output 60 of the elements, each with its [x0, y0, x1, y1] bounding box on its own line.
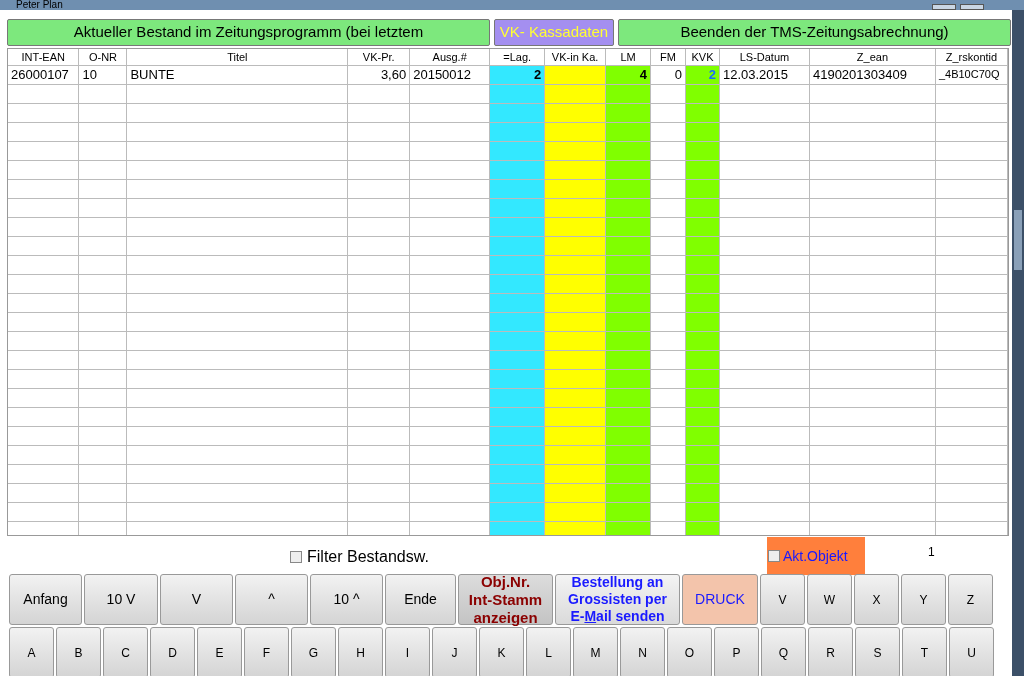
maximize-button[interactable] [960, 4, 984, 10]
letter-key[interactable]: X [854, 574, 899, 625]
show-master-data-button[interactable]: Obj.Nr. Int-Stamm anzeigen [458, 574, 553, 625]
letter-key[interactable]: L [526, 627, 571, 676]
akt-objekt-label: Akt.Objekt [783, 546, 848, 566]
letter-key[interactable]: B [56, 627, 101, 676]
toolbar-button[interactable]: Beenden der TMS-Zeitungsabrechnung) [618, 19, 1011, 46]
scrollbar[interactable] [1012, 10, 1024, 676]
column-header[interactable]: O-NR [79, 49, 127, 65]
letter-key[interactable]: D [150, 627, 195, 676]
navigation-button[interactable]: Anfang [9, 574, 82, 625]
letter-key[interactable]: P [714, 627, 759, 676]
letter-key[interactable]: G [291, 627, 336, 676]
letter-key[interactable]: J [432, 627, 477, 676]
letter-key[interactable]: K [479, 627, 524, 676]
letter-key[interactable]: I [385, 627, 430, 676]
column-header[interactable]: INT-EAN [8, 49, 79, 65]
table-cell: 26000107 [8, 65, 79, 84]
letter-key[interactable]: V [760, 574, 805, 625]
toolbar-button[interactable]: Aktueller Bestand im Zeitungsprogramm (bei letztem [7, 19, 490, 46]
column-header[interactable]: KVK [685, 49, 720, 65]
letter-key[interactable]: E [197, 627, 242, 676]
print-button[interactable]: DRUCK [682, 574, 758, 625]
letter-key[interactable]: C [103, 627, 148, 676]
column-header[interactable]: Titel [126, 49, 348, 65]
column-header[interactable]: Ausg.# [409, 49, 490, 65]
column-header[interactable]: LM [605, 49, 651, 65]
column-header[interactable]: Z_rskontid [935, 49, 1008, 65]
letter-key[interactable]: W [807, 574, 852, 625]
column-header[interactable]: Z_ean [809, 49, 936, 65]
letter-key[interactable]: F [244, 627, 289, 676]
navigation-button[interactable]: V [160, 574, 233, 625]
letter-key[interactable]: R [808, 627, 853, 676]
minimize-button[interactable] [932, 4, 956, 10]
filter-label: Filter Bestandsw. [307, 547, 429, 567]
navigation-button[interactable]: ^ [235, 574, 308, 625]
navigation-button[interactable]: 10 V [84, 574, 158, 625]
filter-checkbox[interactable] [290, 551, 302, 563]
column-header[interactable]: VK-in Ka. [544, 49, 606, 65]
letter-key[interactable]: N [620, 627, 665, 676]
window-title: Peter Plan [15, 0, 63, 10]
column-header[interactable]: =Lag. [489, 49, 545, 65]
letter-key[interactable]: S [855, 627, 900, 676]
navigation-button[interactable]: 10 ^ [310, 574, 383, 625]
letter-key[interactable]: O [667, 627, 712, 676]
letter-key[interactable]: Z [948, 574, 993, 625]
column-header[interactable]: FM [650, 49, 686, 65]
letter-key[interactable]: M [573, 627, 618, 676]
letter-key[interactable]: Y [901, 574, 946, 625]
letter-key[interactable]: Q [761, 627, 806, 676]
column-header[interactable]: VK-Pr. [347, 49, 410, 65]
column-header[interactable]: LS-Datum [719, 49, 810, 65]
letter-key[interactable]: U [949, 627, 994, 676]
letter-key[interactable]: T [902, 627, 947, 676]
akt-objekt-checkbox[interactable] [768, 550, 780, 562]
email-order-button[interactable]: Bestellung an Grossisten per E-Mail senden [555, 574, 680, 625]
navigation-button[interactable]: Ende [385, 574, 456, 625]
letter-key[interactable]: H [338, 627, 383, 676]
counter: 1 [928, 544, 935, 561]
letter-key[interactable]: A [9, 627, 54, 676]
